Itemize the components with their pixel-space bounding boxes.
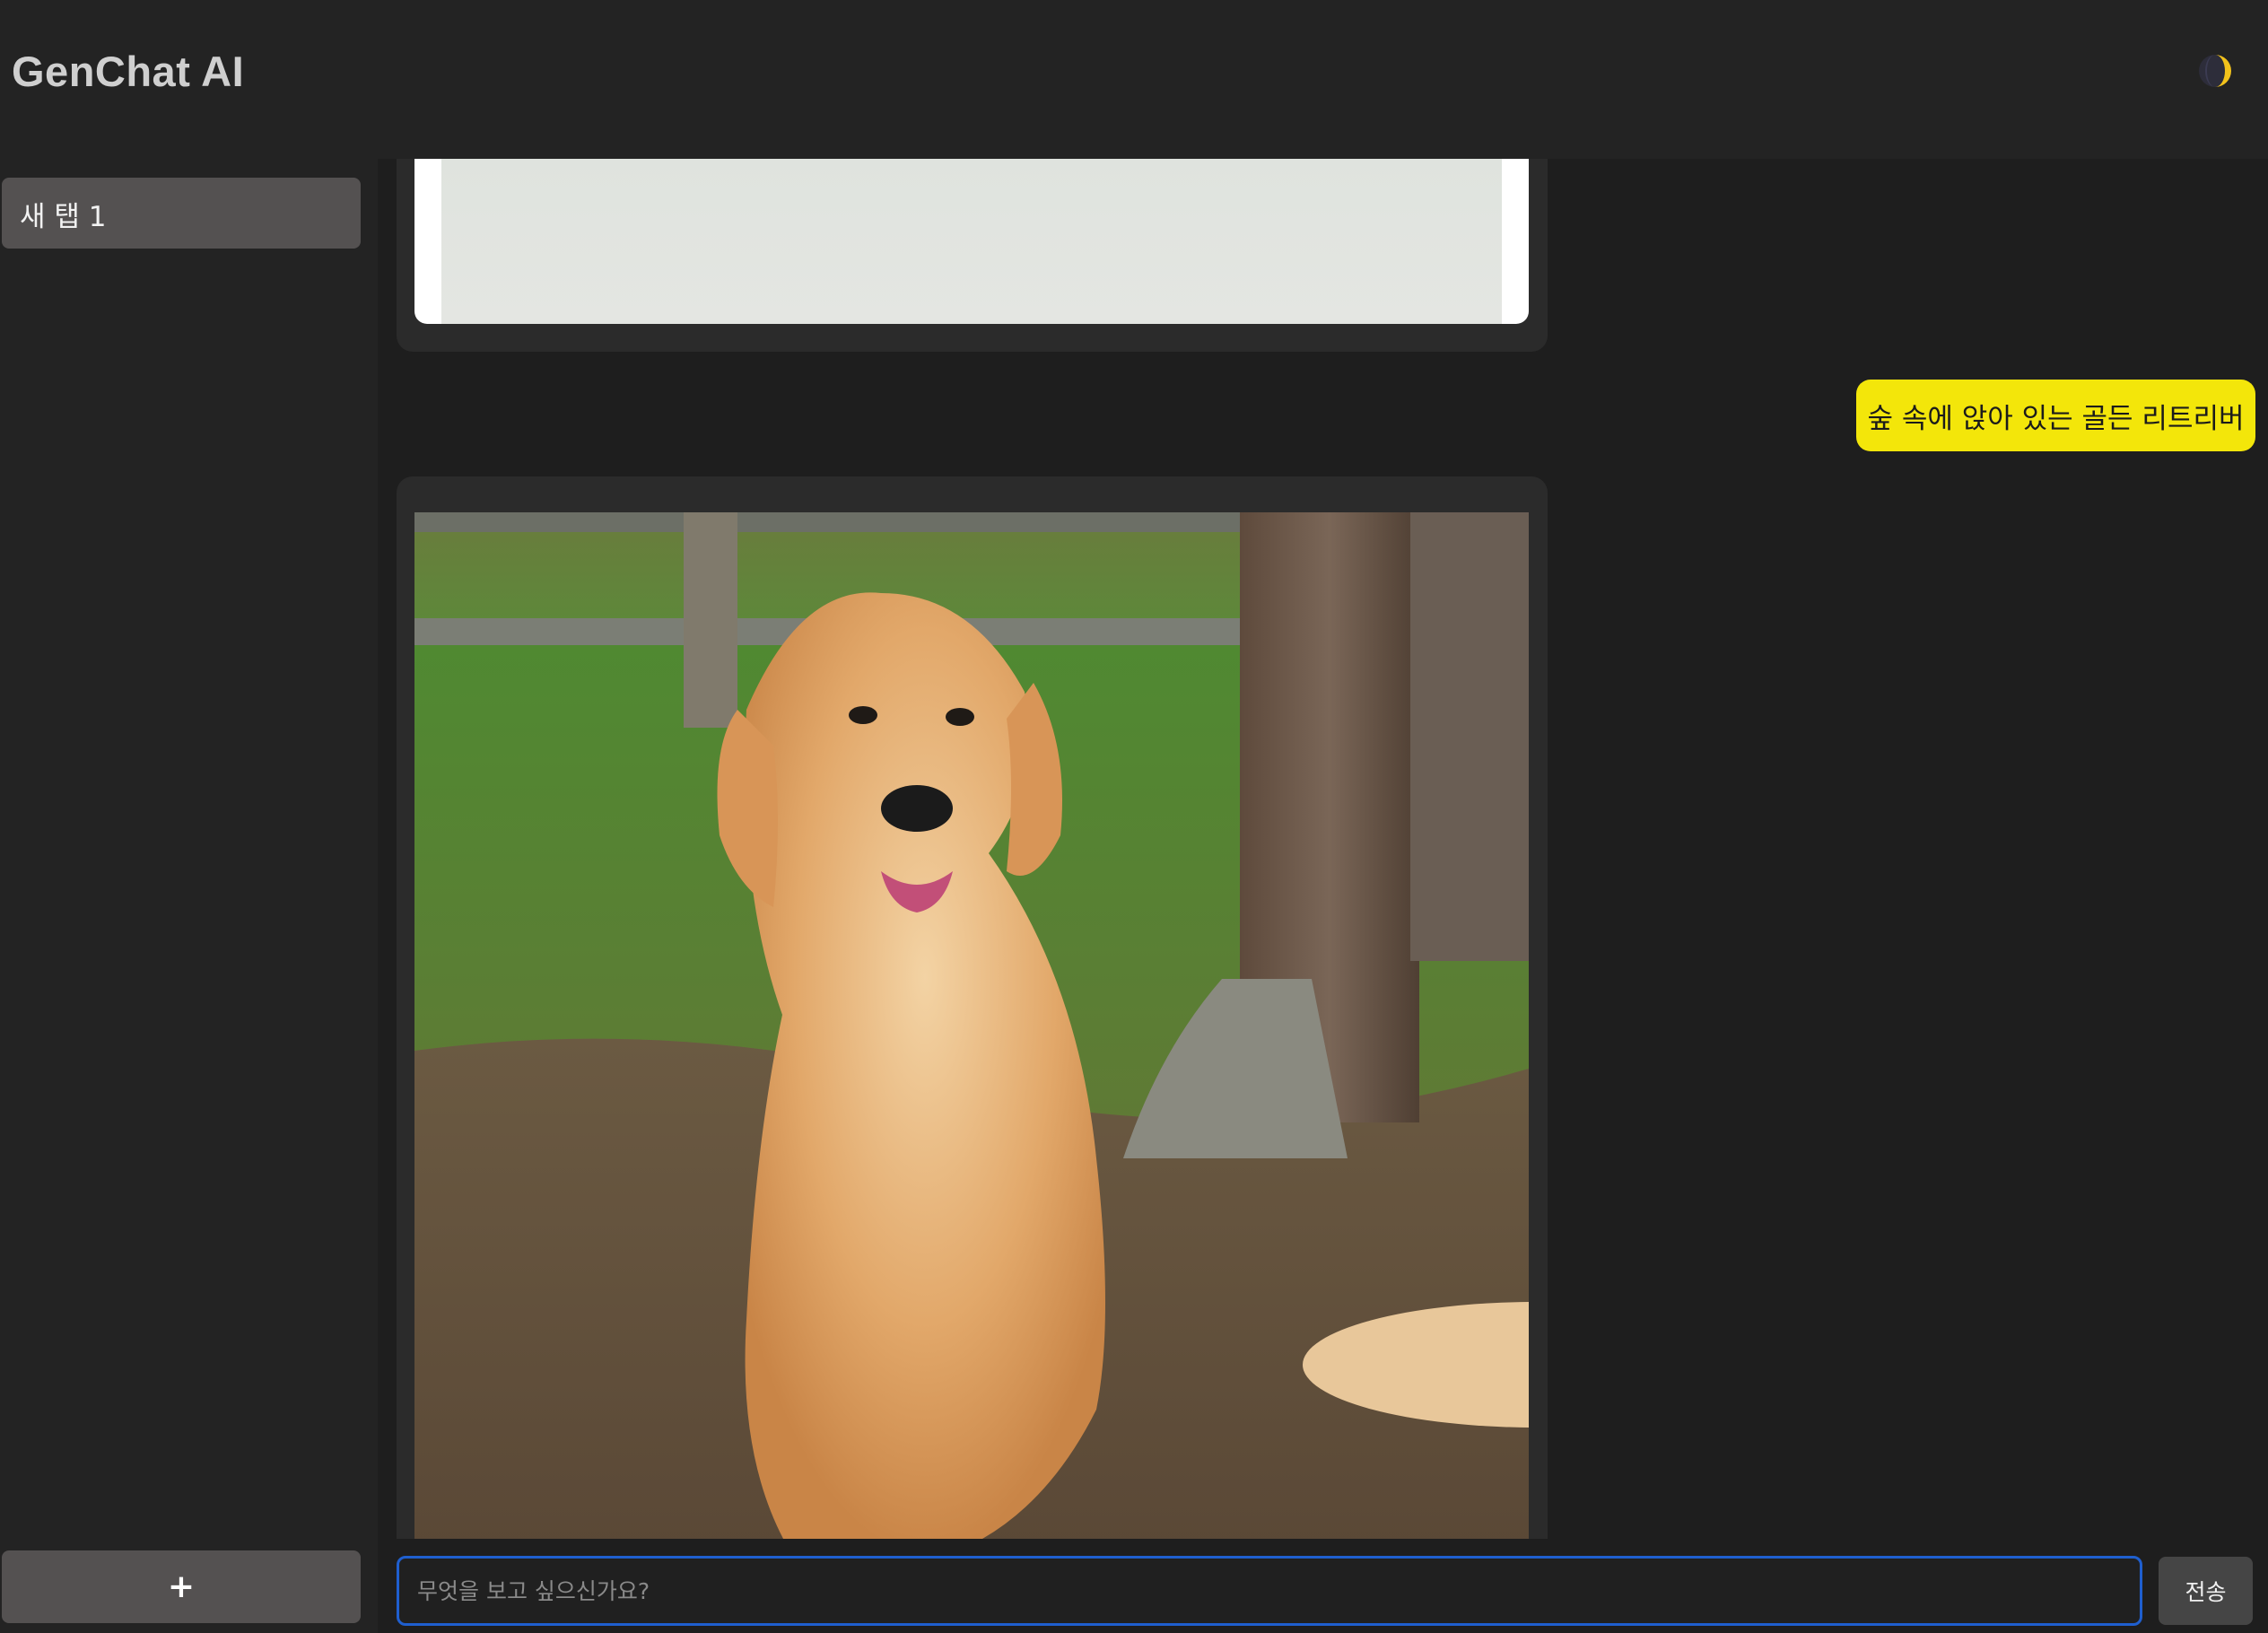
- sidebar-tab-1[interactable]: 새 탭 1: [2, 178, 361, 249]
- assistant-image-message: [397, 159, 1548, 352]
- sidebar: 새 탭 1 +: [0, 159, 378, 1633]
- sidebar-tab-label: 새 탭 1: [20, 201, 107, 233]
- add-tab-button[interactable]: +: [2, 1550, 361, 1623]
- half-moon-icon[interactable]: [2198, 54, 2232, 88]
- generated-image: [414, 159, 1529, 324]
- user-message-bubble: 숲 속에 앉아 있는 골든 리트리버: [1856, 380, 2255, 451]
- send-button[interactable]: 전송: [2159, 1557, 2253, 1625]
- app-header: GenChat AI: [0, 0, 2268, 159]
- prompt-input[interactable]: [397, 1556, 2142, 1626]
- app-title: GenChat AI: [12, 48, 245, 95]
- generated-image-golden-retriever: [414, 512, 1529, 1539]
- assistant-image-message: [397, 476, 1548, 1539]
- chat-area[interactable]: 숲 속에 앉아 있는 골든 리트리버: [378, 159, 2268, 1539]
